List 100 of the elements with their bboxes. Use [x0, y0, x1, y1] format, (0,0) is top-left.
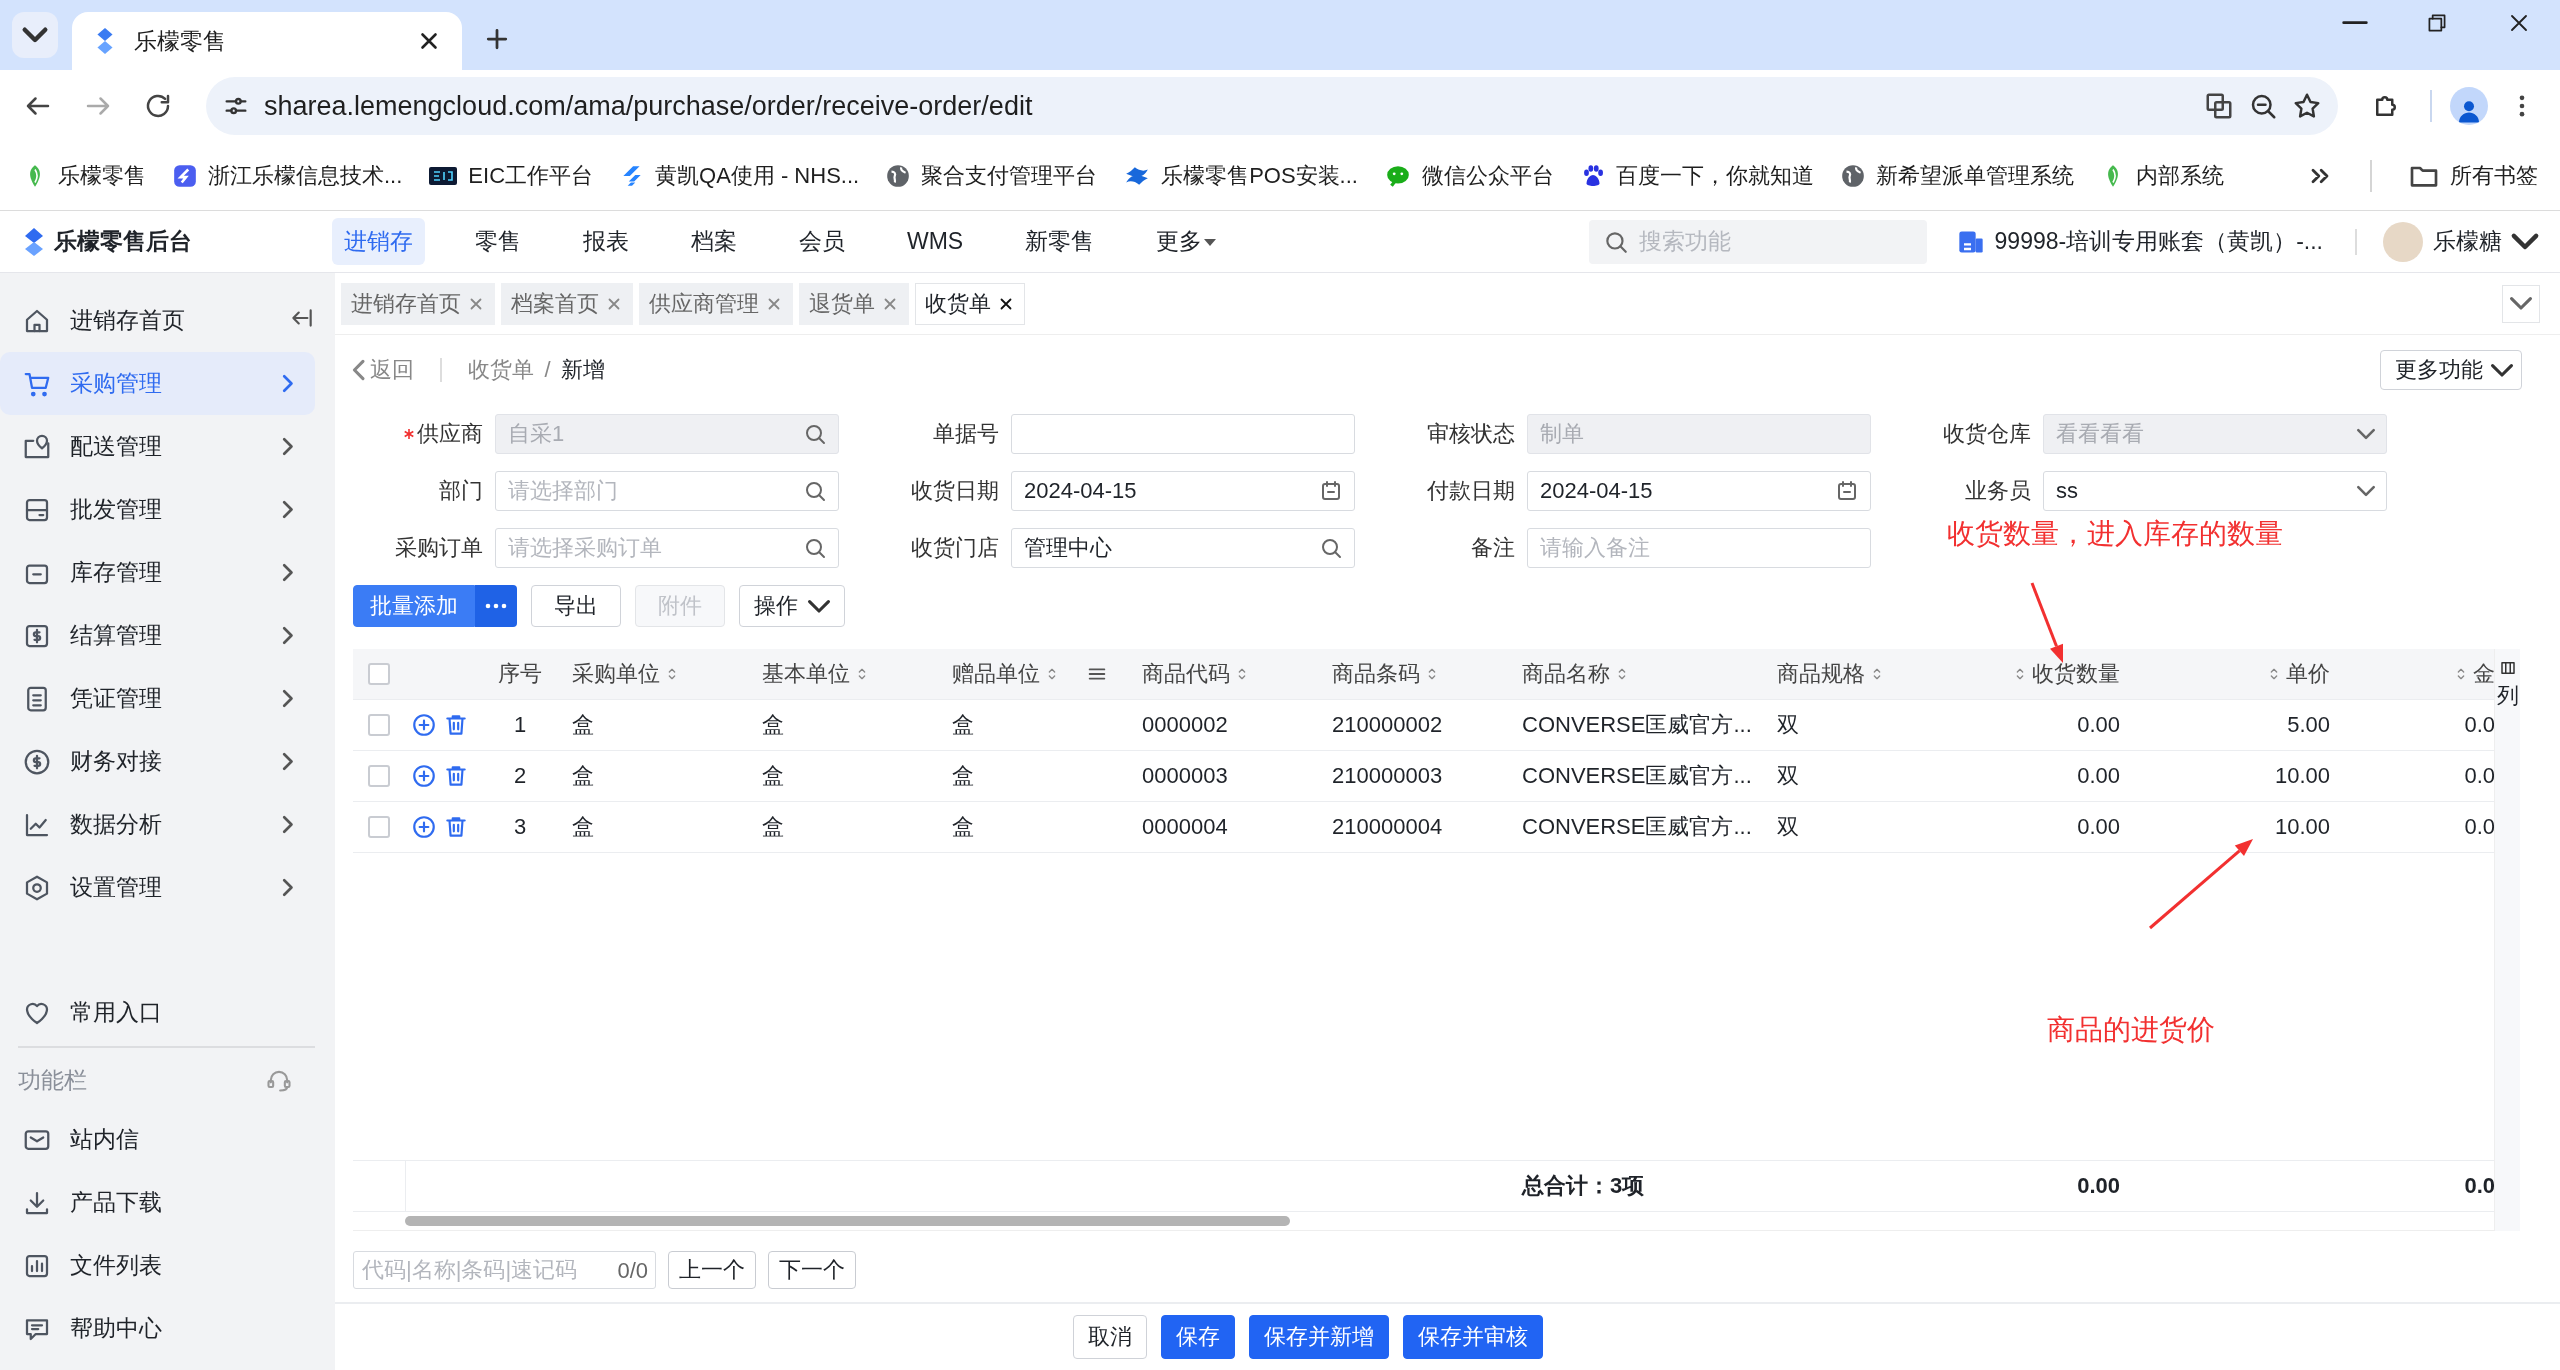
nav-tab[interactable]: 更多 — [1144, 218, 1229, 265]
add-row-button[interactable] — [411, 712, 437, 738]
scrollbar-thumb[interactable] — [405, 1216, 1290, 1226]
column-header[interactable]: 赠品单位 — [952, 659, 1040, 689]
browser-tab[interactable]: 乐檬零售 — [72, 12, 462, 70]
bookmark[interactable]: 浙江乐檬信息技术... — [172, 161, 403, 191]
menu-item[interactable]: 进销存首页 — [0, 289, 315, 352]
page-tab[interactable]: 收货单 — [915, 282, 1025, 325]
nav-tab[interactable]: 新零售 — [1013, 218, 1107, 265]
nav-tab[interactable]: 零售 — [463, 218, 533, 265]
text-field[interactable]: 请输入备注 — [1527, 527, 1871, 568]
checkbox[interactable] — [368, 765, 390, 787]
total-quantity: 0.00 — [2077, 1173, 2120, 1199]
menu-item[interactable]: 数据分析 — [0, 793, 315, 856]
menu-item[interactable]: 常用入口 — [0, 981, 315, 1044]
cancel-button[interactable]: 取消 — [1072, 1315, 1147, 1359]
date-field[interactable]: 2024-04-15 — [1011, 470, 1355, 511]
nav-tab[interactable]: 进销存 — [332, 218, 425, 265]
menu-item[interactable]: 配送管理 — [0, 415, 315, 478]
column-header[interactable]: 商品代码 — [1142, 659, 1230, 689]
delete-row-button[interactable] — [443, 763, 469, 789]
menu-item[interactable]: 凭证管理 — [0, 667, 315, 730]
bookmark[interactable]: 微信公众平台 — [1383, 161, 1554, 191]
bookmark[interactable]: 乐檬零售POS安装... — [1123, 161, 1358, 191]
more-functions-button[interactable]: 更多功能 — [2380, 350, 2522, 390]
bookmark-folder[interactable]: 所有书签 — [2408, 160, 2538, 192]
bookmark[interactable]: 乐檬零售 — [22, 161, 146, 191]
menu-item[interactable]: 产品下载 — [0, 1171, 315, 1234]
tabs-menu-button[interactable] — [2502, 284, 2540, 323]
search-field[interactable]: 管理中心 — [1011, 527, 1355, 568]
account-switcher[interactable]: 99998-培训专用账套（黄凯）-... — [1950, 225, 2329, 258]
delete-row-button[interactable] — [443, 712, 469, 738]
page-tab[interactable]: 退货单 — [799, 282, 909, 325]
chevron-down-icon — [2510, 297, 2532, 310]
nav-tab[interactable]: 报表 — [571, 218, 641, 265]
nav-tab[interactable]: 会员 — [787, 218, 857, 265]
add-row-button[interactable] — [411, 814, 437, 840]
bookmark-button[interactable] — [2292, 91, 2322, 121]
menu-item[interactable]: 站内信 — [0, 1108, 315, 1171]
menu-item[interactable]: 库存管理 — [0, 541, 315, 604]
back-link[interactable]: 返回 — [353, 355, 415, 385]
address-bar[interactable]: sharea.lemengcloud.com/ama/purchase/order/receive-order/edit — [206, 77, 2338, 135]
next-button[interactable]: 下一个 — [768, 1251, 856, 1289]
action-button[interactable]: 保存 — [1160, 1315, 1235, 1359]
search-field[interactable]: 请选择采购订单 — [495, 527, 839, 568]
page-tab[interactable]: 进销存首页 — [341, 282, 495, 325]
column-settings-button[interactable]: 列 — [2494, 649, 2520, 1231]
chevron-down-icon — [808, 599, 830, 613]
bookmark[interactable]: 聚合支付管理平台 — [885, 161, 1098, 191]
bookmark[interactable]: 百度一下，你就知道 — [1579, 161, 1814, 191]
field-label: 业务员 — [1965, 476, 2031, 505]
bookmark[interactable]: 新希望派单管理系统 — [1839, 161, 2074, 191]
menu-item[interactable]: 结算管理 — [0, 604, 315, 667]
checkbox[interactable] — [368, 816, 390, 838]
page-tab[interactable]: 档案首页 — [501, 282, 633, 325]
column-header[interactable]: 基本单位 — [762, 659, 850, 689]
chevron-right-icon — [283, 627, 293, 644]
dropdown-button[interactable]: 操作 — [739, 585, 845, 627]
column-header[interactable]: 商品规格 — [1777, 659, 1865, 689]
menu-item[interactable]: 帮助中心 — [0, 1297, 315, 1360]
breadcrumb-item[interactable]: 收货单 — [468, 355, 535, 385]
column-header[interactable]: 采购单位 — [572, 659, 660, 689]
column-header[interactable]: 金 — [2473, 659, 2494, 689]
column-header[interactable]: 商品名称 — [1522, 659, 1610, 689]
translate-button[interactable] — [2204, 91, 2234, 121]
menu-item[interactable]: 设置管理 — [0, 856, 315, 919]
column-header[interactable]: 单价 — [2286, 659, 2330, 689]
batch-add-button[interactable]: 批量添加 — [353, 585, 475, 627]
nav-tab[interactable]: WMS — [895, 218, 976, 265]
tab-list-button[interactable] — [12, 12, 58, 58]
delete-row-button[interactable] — [443, 814, 469, 840]
menu-item[interactable]: 文件列表 — [0, 1234, 315, 1297]
page-tab[interactable]: 供应商管理 — [639, 282, 793, 325]
checkbox[interactable] — [368, 663, 390, 685]
table-cell-text: 盒 — [762, 762, 784, 790]
menu-item[interactable]: 采购管理 — [0, 352, 315, 415]
nav-tab[interactable]: 档案 — [679, 218, 749, 265]
chevron-down-icon — [23, 28, 47, 42]
search-field[interactable]: 请选择部门 — [495, 470, 839, 511]
column-header[interactable]: 商品条码 — [1332, 659, 1420, 689]
bookmark[interactable]: EIC工作平台 — [428, 161, 594, 191]
bookmark[interactable]: 黄凯QA使用 - NHS... — [619, 161, 860, 191]
menu-item[interactable]: 财务对接 — [0, 730, 315, 793]
menu-item[interactable]: 批发管理 — [0, 478, 315, 541]
add-row-button[interactable] — [411, 763, 437, 789]
previous-button[interactable]: 上一个 — [668, 1251, 756, 1289]
toolbar-button[interactable]: 导出 — [531, 585, 621, 627]
text-field[interactable] — [1011, 413, 1355, 454]
avatar[interactable] — [2450, 87, 2488, 125]
date-field[interactable]: 2024-04-15 — [1527, 470, 1871, 511]
bookmark[interactable]: 内部系统 — [2099, 161, 2224, 191]
checkbox[interactable] — [368, 714, 390, 736]
search-field[interactable]: 搜索功能 — [1588, 219, 1927, 264]
column-header[interactable]: 序号 — [498, 659, 542, 689]
more-button[interactable] — [475, 585, 517, 627]
action-button[interactable]: 保存并审核 — [1402, 1315, 1543, 1359]
column-header[interactable]: 收货数量 — [2032, 659, 2120, 689]
user-name[interactable]: 乐檬糖 — [2433, 226, 2502, 257]
dropdown-field[interactable]: ss — [2043, 470, 2387, 511]
action-button[interactable]: 保存并新增 — [1248, 1315, 1389, 1359]
